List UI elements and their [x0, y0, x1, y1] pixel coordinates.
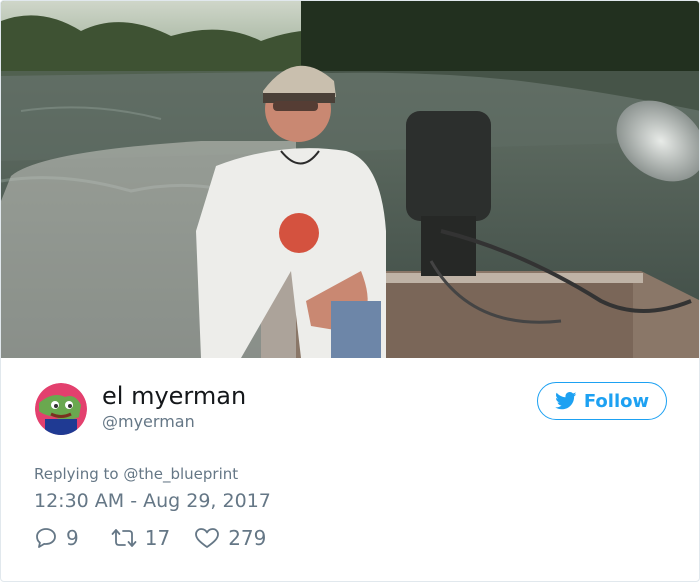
retweet-count: 17 [144, 526, 171, 550]
heart-icon [194, 526, 220, 550]
avatar-image [35, 383, 87, 435]
like-count: 279 [228, 526, 267, 550]
boat-scene-image [1, 1, 699, 358]
follow-label: Follow [583, 390, 650, 412]
reply-icon [34, 526, 58, 550]
reply-count: 9 [66, 526, 79, 550]
tweet-actions: 9 17 279 [34, 526, 266, 550]
replying-to-mention[interactable]: @the_blueprint [123, 465, 238, 483]
like-button[interactable]: 279 [194, 526, 266, 550]
tweet-media-image[interactable] [1, 1, 699, 358]
retweet-icon [111, 526, 137, 550]
replying-to-line: Replying to @the_blueprint [34, 464, 238, 484]
follow-button[interactable]: Follow [537, 382, 667, 420]
tweet-card: el myerman @myerman Follow Replying to @… [0, 0, 700, 582]
display-name[interactable]: el myerman [102, 381, 246, 411]
retweet-button[interactable]: 17 [111, 526, 170, 550]
user-handle[interactable]: @myerman [102, 412, 195, 432]
replying-prefix: Replying to [34, 465, 119, 483]
reply-button[interactable]: 9 [34, 526, 79, 550]
tweet-timestamp[interactable]: 12:30 AM - Aug 29, 2017 [34, 489, 271, 513]
avatar[interactable] [35, 383, 87, 435]
twitter-bird-icon [554, 392, 577, 410]
